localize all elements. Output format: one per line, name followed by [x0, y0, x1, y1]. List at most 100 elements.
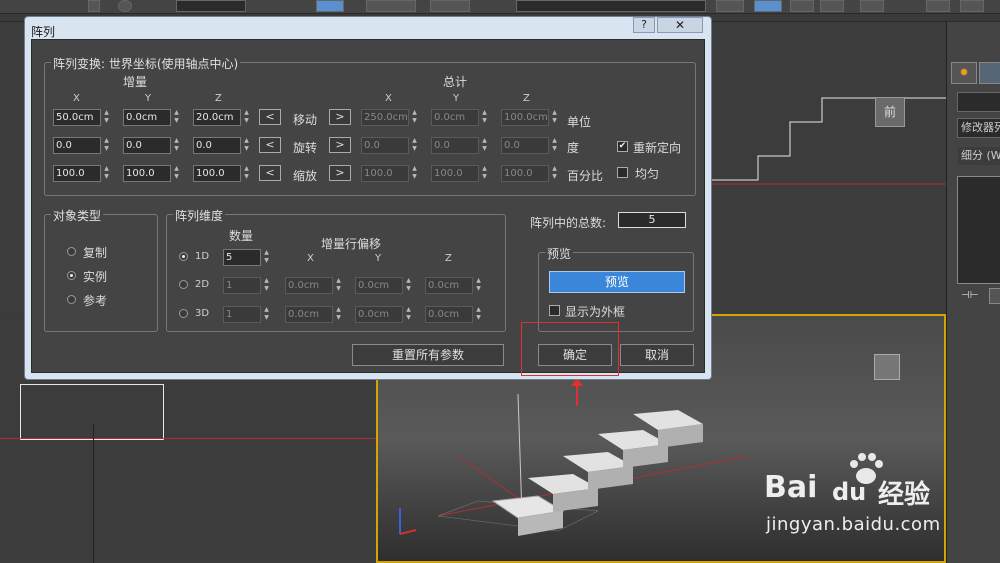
rotate-label: 旋转 — [293, 141, 318, 155]
pin-stack-icon[interactable]: ⊣⊢ — [961, 290, 978, 304]
rotate-right-arrow-button[interactable]: > — [329, 137, 351, 153]
scale-total-x[interactable]: ▲▼ — [361, 165, 419, 182]
rotate-inc-x[interactable]: ▲▼ — [53, 137, 111, 154]
reset-all-button[interactable]: 重置所有参数 — [352, 344, 504, 366]
move-total-y[interactable]: ▲▼ — [431, 109, 489, 126]
offset-2d-z[interactable]: ▲▼ — [425, 277, 483, 294]
scale-inc-z[interactable]: ▲▼ — [193, 165, 251, 182]
command-panel: ✹ 修改器列 细分 (W ⊣⊢ — [946, 22, 1000, 563]
render-frame-icon[interactable] — [960, 0, 984, 12]
watermark-brand-cn: 经验 — [878, 480, 931, 510]
scale-right-arrow-button[interactable]: > — [329, 165, 351, 181]
dialog-title: 阵列 — [31, 25, 56, 39]
create-tab-icon[interactable]: ✹ — [951, 62, 977, 84]
inc-axis-y: Y — [145, 93, 152, 104]
rotate-left-arrow-button[interactable]: < — [259, 137, 281, 153]
offset-2d-x[interactable]: ▲▼ — [285, 277, 343, 294]
scale-label: 缩放 — [293, 169, 318, 183]
ok-highlight-annotation — [521, 322, 619, 376]
main-toolbar — [0, 0, 1000, 14]
material-editor-icon[interactable] — [860, 0, 884, 12]
snap-tools-icon[interactable] — [366, 0, 416, 12]
scale-left-arrow-button[interactable]: < — [259, 165, 281, 181]
offset-axis-y: Y — [375, 253, 382, 264]
render-icon[interactable] — [926, 0, 950, 12]
dim-2d-radio[interactable] — [179, 280, 188, 289]
help-button[interactable]: ? — [633, 17, 655, 33]
circle-select-icon[interactable] — [118, 0, 132, 12]
move-inc-y[interactable]: ▲▼ — [123, 109, 181, 126]
uniform-checkbox[interactable] — [617, 167, 628, 178]
layer-icon[interactable] — [754, 0, 782, 12]
show-end-result-icon[interactable] — [989, 288, 1000, 304]
offset-2d-y[interactable]: ▲▼ — [355, 277, 413, 294]
modifier-stack[interactable] — [957, 176, 1000, 284]
rotate-inc-z[interactable]: ▲▼ — [193, 137, 251, 154]
viewcube-front[interactable]: 前 — [875, 97, 905, 127]
offset-3d-z[interactable]: ▲▼ — [425, 306, 483, 323]
increment-header: 增量 — [123, 75, 148, 89]
copy-radio[interactable] — [67, 247, 76, 256]
reference-radio[interactable] — [67, 295, 76, 304]
transform-group: 阵列变换: 世界坐标(使用轴点中心) 增量 总计 X Y Z X Y Z ▲▼ … — [44, 55, 696, 196]
move-inc-z[interactable]: ▲▼ — [193, 109, 251, 126]
rotate-total-y[interactable]: ▲▼ — [431, 137, 489, 154]
select-tool-icon[interactable] — [88, 0, 100, 12]
reorient-label: 重新定向 — [633, 141, 682, 155]
scale-inc-y[interactable]: ▲▼ — [123, 165, 181, 182]
scale-total-y[interactable]: ▲▼ — [431, 165, 489, 182]
dim-1d-label: 1D — [195, 251, 210, 262]
offset-axis-z: Z — [445, 253, 452, 264]
tot-axis-y: Y — [453, 93, 460, 104]
subdivide-rollout[interactable]: 细分 (W — [957, 146, 1000, 166]
move-unit-label: 单位 — [567, 115, 592, 129]
selection-filter-dropdown[interactable] — [176, 0, 246, 12]
modifier-list-dropdown[interactable]: 修改器列 — [957, 118, 1000, 138]
dim-1d-radio[interactable] — [179, 252, 188, 261]
show-as-box-checkbox[interactable] — [549, 305, 560, 316]
move-left-arrow-button[interactable]: < — [259, 109, 281, 125]
transform-group-title: 阵列变换: 世界坐标(使用轴点中心) — [51, 55, 241, 72]
uniform-label: 均匀 — [635, 167, 660, 181]
rotate-unit-label: 度 — [567, 141, 580, 155]
scale-inc-x[interactable]: ▲▼ — [53, 165, 111, 182]
move-total-x[interactable]: ▲▼ — [361, 109, 419, 126]
viewcube-perspective-icon[interactable] — [874, 354, 900, 380]
instance-radio[interactable] — [67, 271, 76, 280]
preview-button[interactable]: 预览 — [549, 271, 685, 293]
rotate-total-x[interactable]: ▲▼ — [361, 137, 419, 154]
x-axis-line — [0, 438, 380, 439]
watermark-brand: Bai — [764, 470, 818, 505]
instance-label: 实例 — [83, 270, 108, 284]
count-1d[interactable]: ▲▼ — [223, 249, 271, 266]
offset-3d-x[interactable]: ▲▼ — [285, 306, 343, 323]
reference-label: 参考 — [83, 294, 108, 308]
active-tool-icon[interactable] — [316, 0, 344, 12]
watermark-url: jingyan.baidu.com — [766, 514, 941, 535]
schematic-icon[interactable] — [820, 0, 844, 12]
rotate-inc-y[interactable]: ▲▼ — [123, 137, 181, 154]
reorient-checkbox[interactable]: ✔ — [617, 141, 628, 152]
scale-total-z[interactable]: ▲▼ — [501, 165, 559, 182]
move-inc-x[interactable]: ▲▼ — [53, 109, 111, 126]
curve-editor-icon[interactable] — [790, 0, 814, 12]
red-arrow-icon — [571, 378, 583, 406]
move-right-arrow-button[interactable]: > — [329, 109, 351, 125]
copy-label: 复制 — [83, 246, 108, 260]
dim-3d-radio[interactable] — [179, 309, 188, 318]
cancel-button[interactable]: 取消 — [620, 344, 694, 366]
count-2d[interactable]: ▲▼ — [223, 277, 271, 294]
count-3d[interactable]: ▲▼ — [223, 306, 271, 323]
inc-axis-x: X — [73, 93, 80, 104]
inc-axis-z: Z — [215, 93, 222, 104]
rotate-total-z[interactable]: ▲▼ — [501, 137, 559, 154]
named-selection-field[interactable] — [516, 0, 706, 12]
move-total-z[interactable]: ▲▼ — [501, 109, 559, 126]
modify-tab-icon[interactable] — [979, 62, 1000, 84]
offset-3d-y[interactable]: ▲▼ — [355, 306, 413, 323]
object-name-field[interactable] — [957, 92, 1000, 112]
align-icon[interactable] — [716, 0, 744, 12]
mirror-tools-icon[interactable] — [430, 0, 470, 12]
offset-axis-x: X — [307, 253, 314, 264]
close-button[interactable]: ✕ — [657, 17, 703, 33]
